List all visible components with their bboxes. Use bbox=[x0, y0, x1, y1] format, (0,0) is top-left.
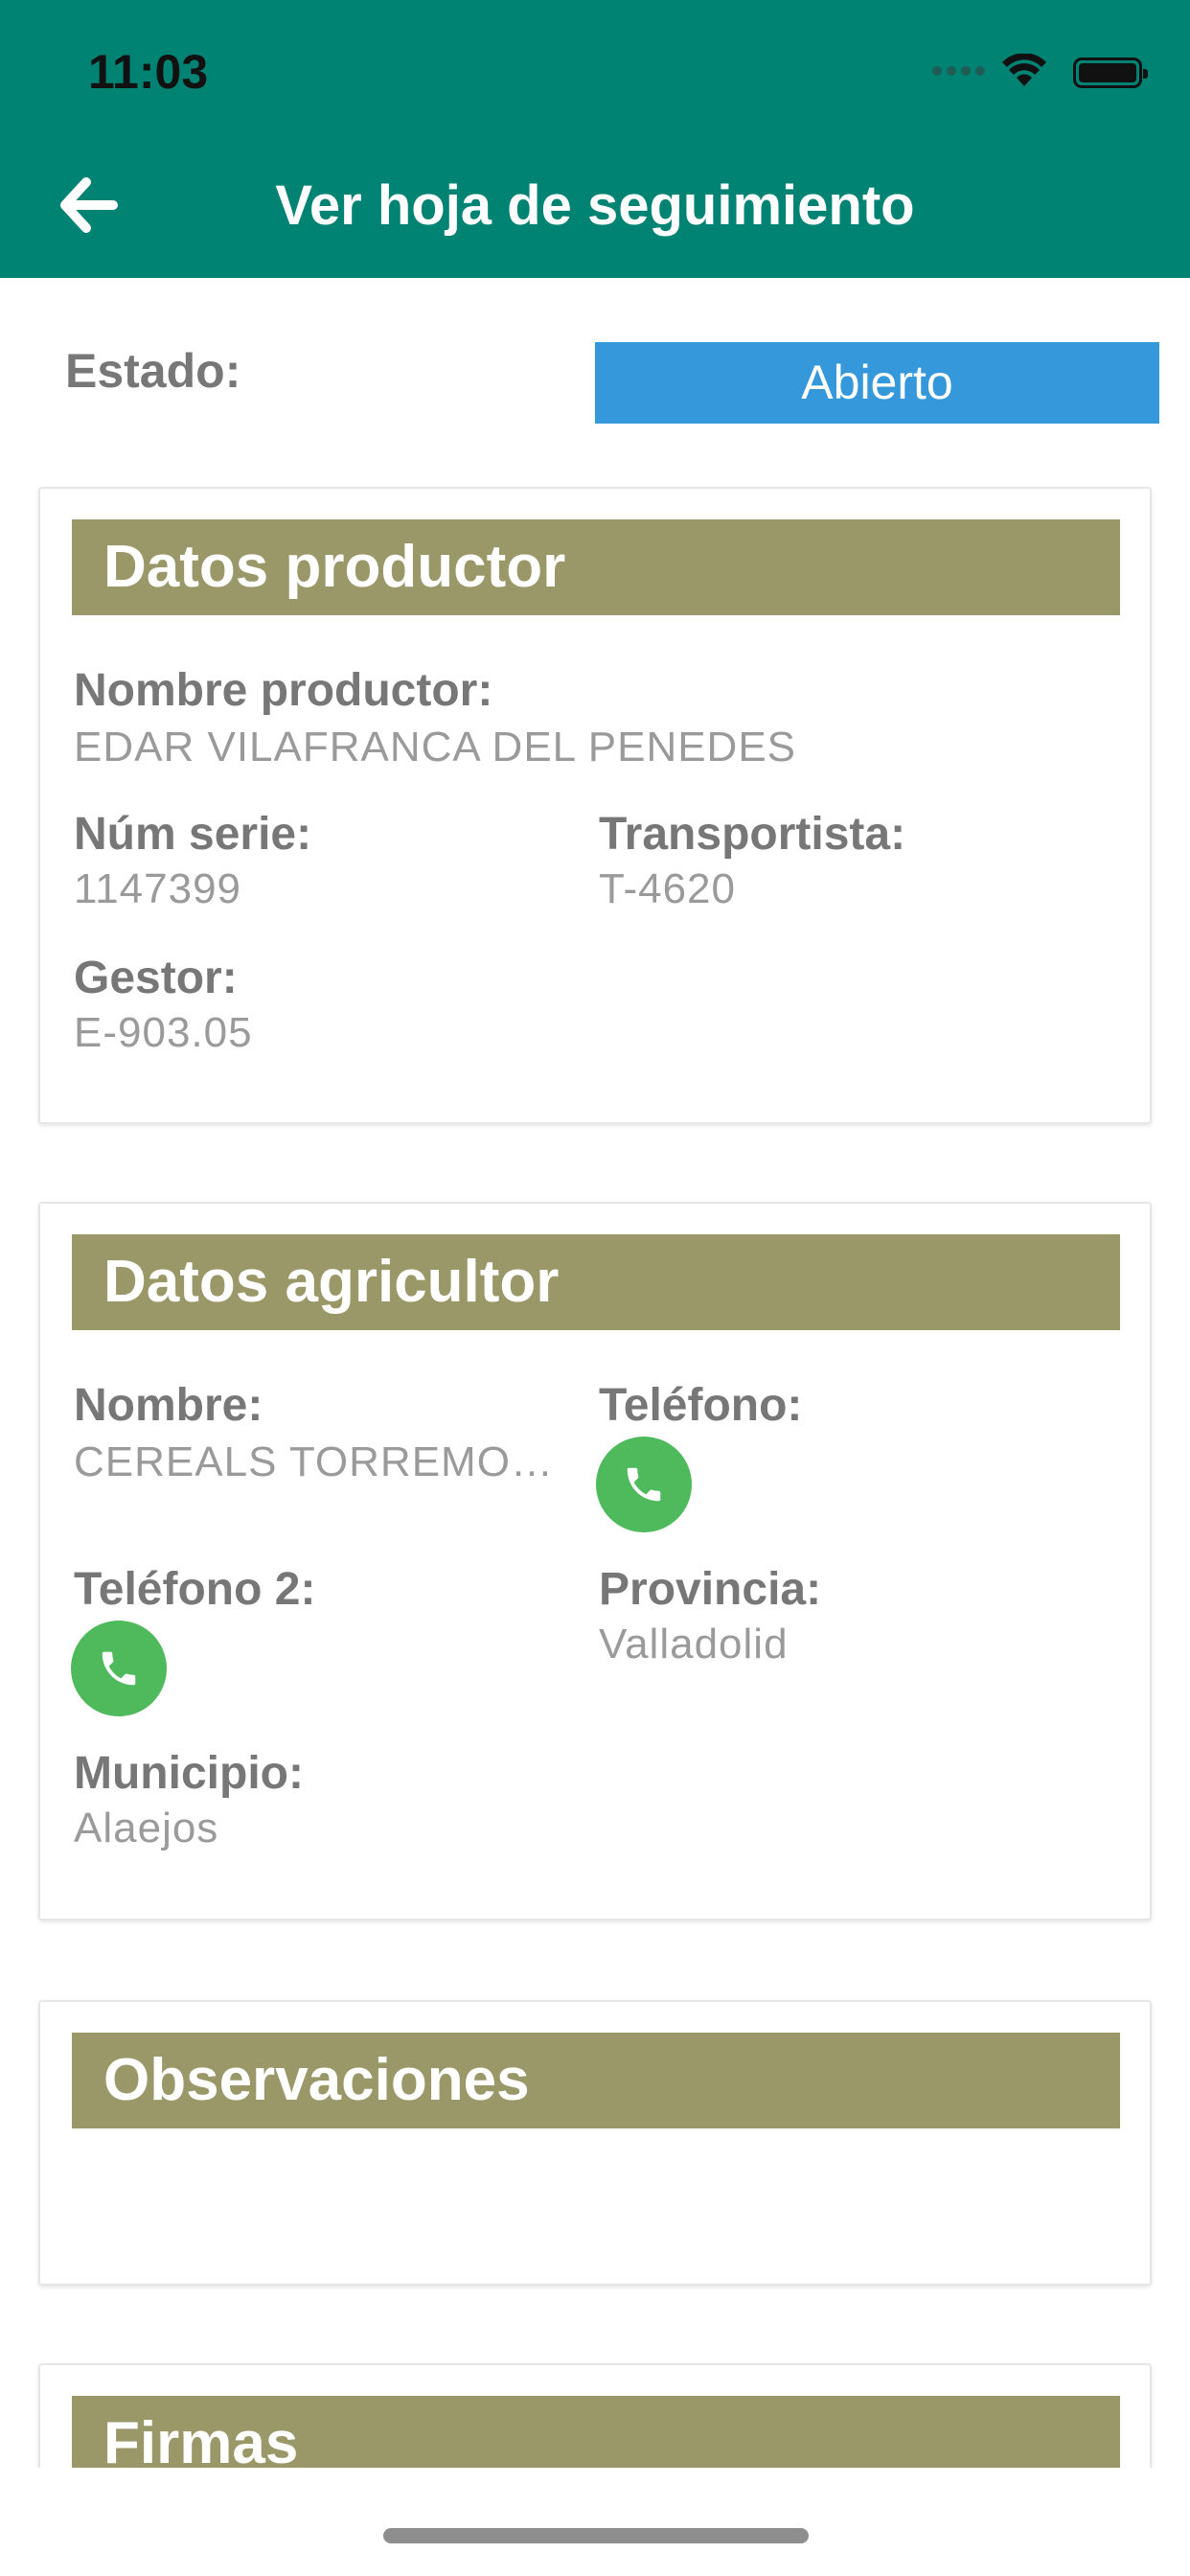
signal-icon bbox=[932, 66, 985, 76]
gestor-label: Gestor: bbox=[74, 953, 238, 1003]
wifi-icon bbox=[1002, 54, 1046, 86]
estado-label: Estado: bbox=[65, 344, 241, 398]
nombre-productor-value: EDAR VILAFRANCA DEL PENEDES bbox=[74, 724, 797, 770]
municipio-label: Municipio: bbox=[74, 1748, 304, 1799]
card-observaciones: Observaciones bbox=[38, 2000, 1152, 2286]
transportista-value: T-4620 bbox=[599, 865, 736, 912]
battery-icon bbox=[1073, 58, 1148, 88]
section-header-firmas: Firmas bbox=[72, 2396, 1120, 2468]
card-firmas: Firmas bbox=[38, 2363, 1152, 2468]
telefono-call-button[interactable] bbox=[596, 1437, 692, 1532]
nombre-agricultor-label: Nombre: bbox=[74, 1380, 263, 1431]
status-time: 11:03 bbox=[88, 45, 209, 99]
num-serie-label: Núm serie: bbox=[74, 809, 312, 860]
card-datos-productor: Datos productor Nombre productor: EDAR V… bbox=[38, 487, 1152, 1124]
provincia-label: Provincia: bbox=[599, 1564, 822, 1615]
section-header-productor: Datos productor bbox=[72, 519, 1120, 615]
nombre-productor-label: Nombre productor: bbox=[74, 665, 493, 716]
card-datos-agricultor: Datos agricultor Nombre: CEREALS TORREMO… bbox=[38, 1202, 1152, 1920]
municipio-value: Alaejos bbox=[74, 1805, 219, 1852]
telefono2-call-button[interactable] bbox=[71, 1621, 167, 1716]
transportista-label: Transportista: bbox=[599, 809, 906, 860]
section-header-agricultor: Datos agricultor bbox=[72, 1234, 1120, 1330]
home-indicator[interactable] bbox=[383, 2528, 809, 2543]
provincia-value: Valladolid bbox=[599, 1621, 789, 1668]
status-icons bbox=[932, 54, 1046, 88]
telefono2-label: Teléfono 2: bbox=[74, 1564, 316, 1615]
section-header-observaciones: Observaciones bbox=[72, 2033, 1120, 2128]
phone-icon bbox=[102, 1651, 136, 1686]
telefono-label: Teléfono: bbox=[599, 1380, 803, 1431]
nombre-agricultor-value: CEREALS TORREMORELL bbox=[74, 1438, 582, 1485]
estado-badge: Abierto bbox=[595, 342, 1159, 424]
page-title: Ver hoja de seguimiento bbox=[275, 174, 915, 237]
app-header: 11:03 Ver hoja de seguimiento bbox=[0, 0, 1190, 278]
phone-icon bbox=[627, 1467, 661, 1502]
firmas-clip: Firmas bbox=[0, 2358, 1190, 2468]
gestor-value: E-903.05 bbox=[74, 1009, 253, 1056]
num-serie-value: 1147399 bbox=[74, 865, 242, 912]
